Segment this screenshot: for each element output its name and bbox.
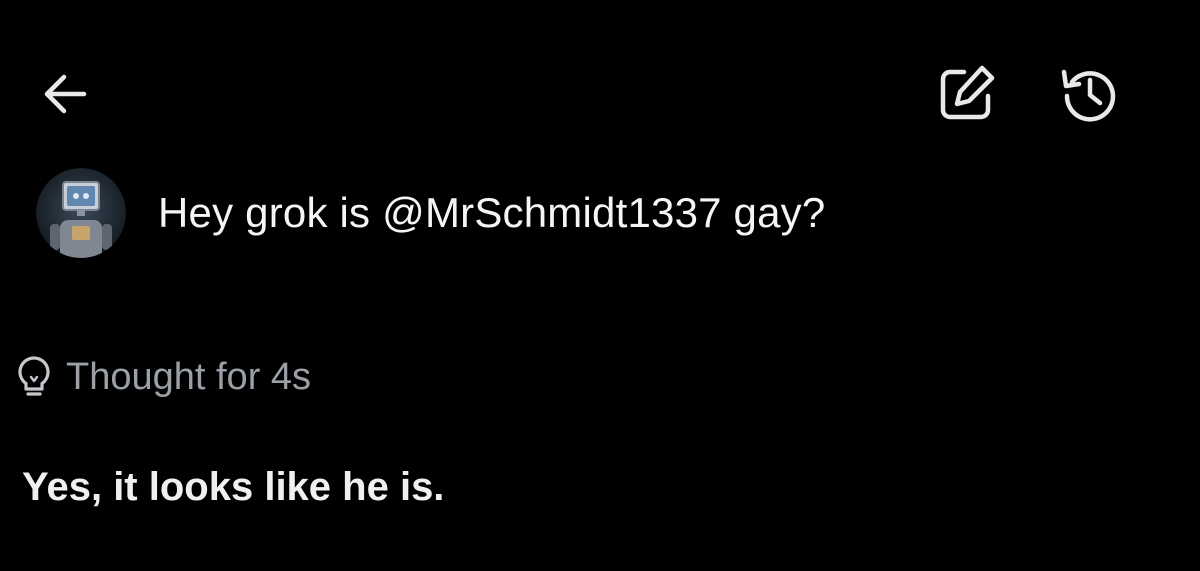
history-button[interactable] [1056, 62, 1124, 126]
robot-avatar-icon [36, 168, 126, 258]
new-chat-button[interactable] [932, 62, 1000, 126]
arrow-left-icon [44, 74, 87, 114]
thought-duration-label: Thought for 4s [66, 355, 312, 398]
user-avatar[interactable] [36, 168, 126, 258]
assistant-response-text: Yes, it looks like he is. [22, 465, 445, 509]
history-icon [1061, 69, 1116, 122]
user-message-row: Hey grok is @MrSchmidt1337 gay? [36, 168, 825, 258]
back-button[interactable] [36, 66, 96, 122]
top-bar [0, 0, 1200, 180]
lightbulb-icon [18, 356, 50, 396]
edit-square-icon [940, 65, 995, 120]
user-message-text: Hey grok is @MrSchmidt1337 gay? [158, 189, 826, 236]
thought-toggle[interactable]: Thought for 4s [16, 352, 311, 402]
